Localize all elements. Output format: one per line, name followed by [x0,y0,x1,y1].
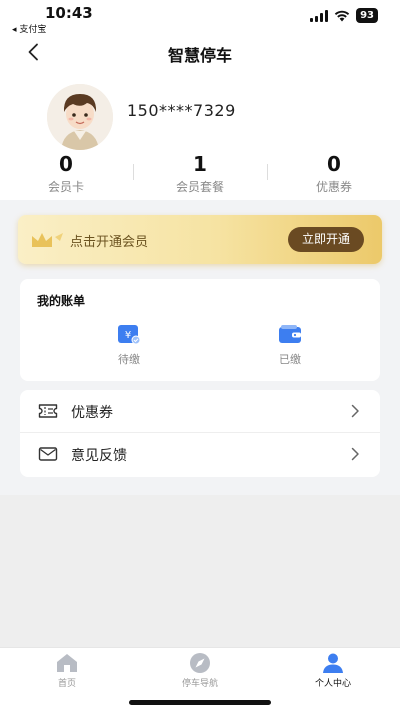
membership-banner[interactable]: 点击开通会员 立即开通 [18,215,382,264]
profile-section: 150****7329 0 会员卡 1 会员套餐 0 优惠券 [0,68,400,200]
user-icon [323,653,343,673]
content-background [0,495,400,647]
home-icon [57,654,77,672]
stat-label: 优惠券 [315,180,352,194]
home-indicator [129,700,271,705]
svg-text:¥: ¥ [125,330,131,341]
bill-card: 我的账单 ¥ 待缴 已缴 [20,279,380,381]
crown-icon [32,233,63,247]
banner-text: 点击开通会员 [70,235,149,250]
tab-personal-center[interactable]: 个人中心 [293,652,373,689]
bill-card-title: 我的账单 [37,294,86,308]
avatar[interactable] [47,84,113,150]
menu-item-coupons[interactable]: 优惠券 [20,390,380,433]
battery-indicator: 93 [356,8,378,23]
tab-label: 首页 [57,679,76,689]
user-phone-number: 150****7329 [127,101,236,120]
menu-item-feedback[interactable]: 意见反馈 [20,433,380,476]
compass-icon [190,653,210,673]
feedback-icon [38,447,58,461]
paid-wallet-icon [279,325,301,343]
bill-item-pending[interactable]: ¥ 待缴 [89,324,169,367]
tab-home[interactable]: 首页 [27,652,107,689]
stat-value: 1 [193,152,207,176]
stat-value: 0 [59,152,73,176]
tab-parking-navigation[interactable]: 停车导航 [160,652,240,689]
menu-card: 优惠券 意见反馈 [20,390,380,477]
wifi-icon [334,10,350,22]
bill-item-paid[interactable]: 已缴 [250,324,330,367]
menu-item-label: 优惠券 [71,405,113,421]
status-indicators: 93 [310,8,378,23]
pending-payment-icon: ¥ [118,325,141,345]
divider [133,164,134,180]
open-membership-button[interactable]: 立即开通 [288,227,364,252]
stat-label: 会员套餐 [175,180,224,194]
tab-label: 个人中心 [314,679,351,689]
coupon-icon [38,404,58,418]
chevron-right-icon [351,404,359,418]
back-to-app-link[interactable]: ◂ 支付宝 [12,22,46,35]
stat-value: 0 [327,152,341,176]
stat-label: 会员卡 [47,180,84,194]
menu-item-label: 意见反馈 [71,448,127,464]
chevron-right-icon [351,447,359,461]
bill-item-label: 已缴 [279,353,301,366]
tab-label: 停车导航 [181,679,218,689]
status-bar: 10:43 ◂ 支付宝 93 [0,0,400,36]
navigation-bar: 智慧停车 [0,36,400,68]
page-title: 智慧停车 [167,46,232,65]
stat-member-packages[interactable]: 1 会员套餐 [140,152,260,195]
bill-item-label: 待缴 [118,353,140,366]
cellular-signal-icon [310,9,329,22]
stat-coupons[interactable]: 0 优惠券 [274,152,394,195]
stat-member-cards[interactable]: 0 会员卡 [6,152,126,195]
membership-stats: 0 会员卡 1 会员套餐 0 优惠券 [0,152,400,196]
status-time: 10:43 [45,4,93,22]
divider [267,164,268,180]
